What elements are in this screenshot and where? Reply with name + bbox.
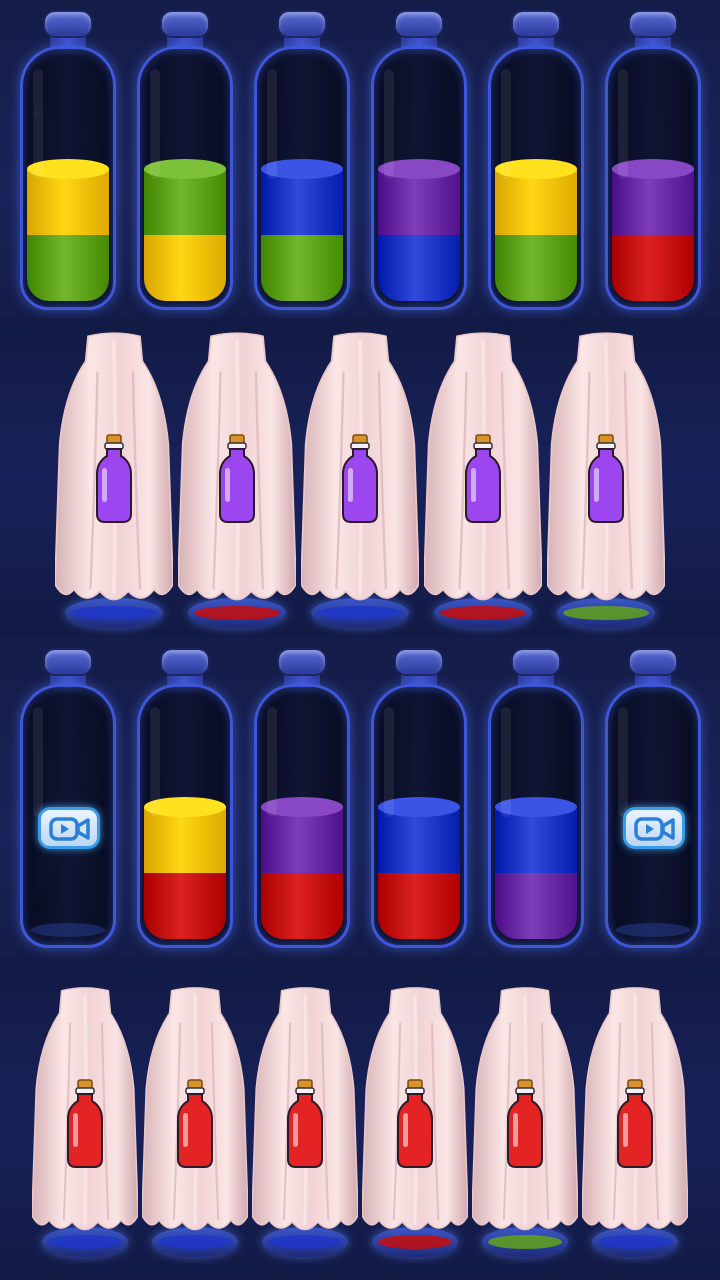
liquid-stack — [378, 169, 460, 301]
bottle-glass — [20, 46, 116, 310]
red-potion-icon — [287, 1079, 323, 1168]
bottle-glass — [20, 684, 116, 948]
bottle-cap — [162, 12, 208, 36]
glass-shine — [33, 69, 43, 179]
liquid-layer-green — [27, 235, 109, 301]
glass-shine — [267, 707, 277, 817]
row1-bottle-4[interactable] — [371, 12, 467, 312]
video-ad-icon[interactable] — [623, 807, 685, 849]
liquid-stack — [261, 807, 343, 939]
bottle-glass — [137, 46, 233, 310]
bottle-cap — [279, 12, 325, 36]
liquid-stack — [261, 169, 343, 301]
liquid-stack — [144, 807, 226, 939]
bottle-cap — [45, 650, 91, 674]
row2-veiled-bottle-3[interactable] — [301, 330, 419, 628]
red-potion-icon — [397, 1079, 433, 1168]
bottle-cap — [630, 12, 676, 36]
empty-bottom — [31, 923, 105, 937]
row3-bottle-5[interactable] — [488, 650, 584, 950]
liquid-layer-red — [144, 873, 226, 939]
liquid-layer-yellow — [144, 235, 226, 301]
glass-shine — [501, 707, 511, 817]
glass-shine — [384, 707, 394, 817]
row4-veiled-bottle-5[interactable] — [472, 985, 578, 1257]
liquid-stack — [612, 169, 694, 301]
liquid-layer-red — [612, 235, 694, 301]
liquid-stack — [144, 169, 226, 301]
row1-bottle-3[interactable] — [254, 12, 350, 312]
row3-bottle-4[interactable] — [371, 650, 467, 950]
bottle-glass — [605, 46, 701, 310]
liquid-layer-green — [495, 235, 577, 301]
purple-potion-icon — [219, 433, 255, 523]
liquid-stack — [495, 169, 577, 301]
bottle-cap — [396, 12, 442, 36]
row3-bottle-2[interactable] — [137, 650, 233, 950]
bottle-glass — [488, 684, 584, 948]
bottle-cap — [513, 650, 559, 674]
bottle-cap — [396, 650, 442, 674]
glass-shine — [267, 69, 277, 179]
empty-bottom — [616, 923, 690, 937]
row1-bottle-6[interactable] — [605, 12, 701, 312]
red-potion-icon — [177, 1079, 213, 1168]
purple-potion-icon — [588, 433, 624, 523]
row3-bottle-1[interactable] — [20, 650, 116, 950]
bottle-glass — [371, 684, 467, 948]
row1-bottle-1[interactable] — [20, 12, 116, 312]
bottle-cap — [513, 12, 559, 36]
red-potion-icon — [617, 1079, 653, 1168]
liquid-layer-red — [261, 873, 343, 939]
liquid-layer-purple — [495, 873, 577, 939]
liquid-layer-blue — [378, 235, 460, 301]
liquid-stack — [378, 807, 460, 939]
row2-veiled-bottle-1[interactable] — [55, 330, 173, 628]
red-potion-icon — [67, 1079, 103, 1168]
row1-bottle-2[interactable] — [137, 12, 233, 312]
bottle-glass — [605, 684, 701, 948]
liquid-stack — [495, 807, 577, 939]
video-ad-icon[interactable] — [38, 807, 100, 849]
bottle-cap — [45, 12, 91, 36]
bottle-cap — [630, 650, 676, 674]
purple-potion-icon — [465, 433, 501, 523]
bottle-glass — [488, 46, 584, 310]
glass-shine — [33, 707, 43, 817]
glass-shine — [501, 69, 511, 179]
bottle-glass — [254, 46, 350, 310]
row3-bottle-3[interactable] — [254, 650, 350, 950]
liquid-layer-green — [261, 235, 343, 301]
row2-veiled-bottle-4[interactable] — [424, 330, 542, 628]
bottle-glass — [137, 684, 233, 948]
glass-shine — [150, 69, 160, 179]
row2-veiled-bottle-5[interactable] — [547, 330, 665, 628]
row4-veiled-bottle-2[interactable] — [142, 985, 248, 1257]
glass-shine — [384, 69, 394, 179]
row4-veiled-bottle-6[interactable] — [582, 985, 688, 1257]
glass-shine — [150, 707, 160, 817]
row2-veiled-bottle-2[interactable] — [178, 330, 296, 628]
bottle-glass — [371, 46, 467, 310]
bottle-cap — [279, 650, 325, 674]
liquid-stack — [27, 169, 109, 301]
row4-veiled-bottle-4[interactable] — [362, 985, 468, 1257]
glass-shine — [618, 707, 628, 817]
row1-bottle-5[interactable] — [488, 12, 584, 312]
glass-shine — [618, 69, 628, 179]
bottle-cap — [162, 650, 208, 674]
bottle-glass — [254, 684, 350, 948]
purple-potion-icon — [96, 433, 132, 523]
purple-potion-icon — [342, 433, 378, 523]
liquid-layer-red — [378, 873, 460, 939]
red-potion-icon — [507, 1079, 543, 1168]
row3-bottle-6[interactable] — [605, 650, 701, 950]
row4-veiled-bottle-1[interactable] — [32, 985, 138, 1257]
row4-veiled-bottle-3[interactable] — [252, 985, 358, 1257]
